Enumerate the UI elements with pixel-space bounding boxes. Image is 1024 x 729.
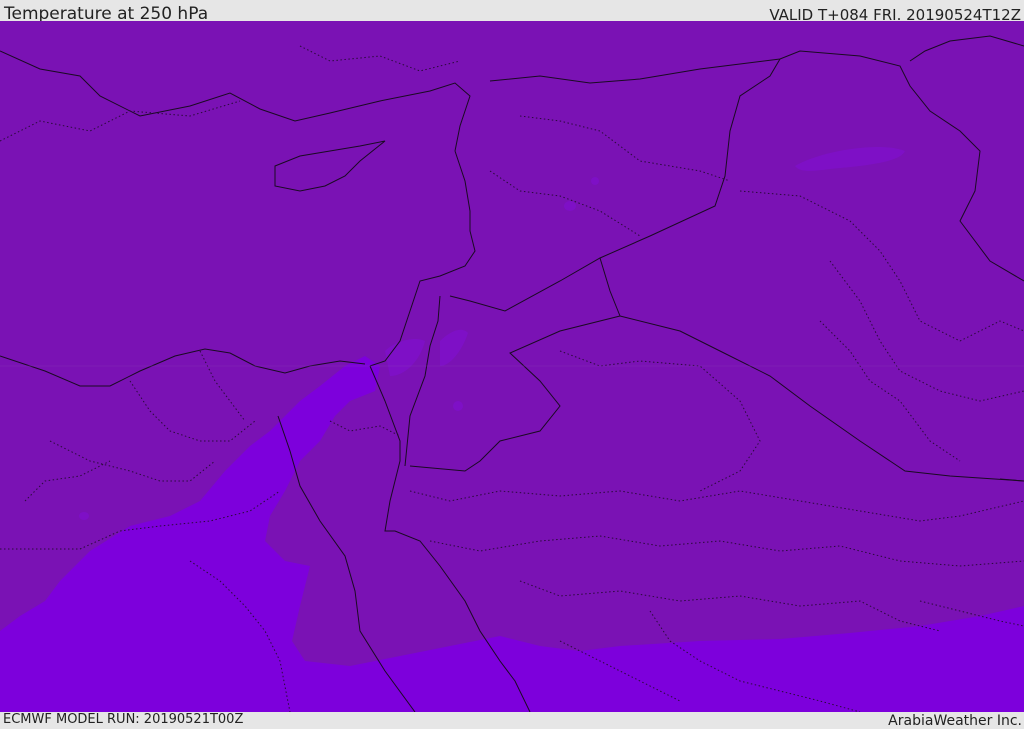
map-panel[interactable] xyxy=(0,21,1024,712)
temperature-field-patch xyxy=(591,177,599,185)
temperature-field-patch xyxy=(564,201,576,211)
credit-label: ArabiaWeather Inc. xyxy=(888,713,1022,729)
temperature-field-patch xyxy=(453,401,463,411)
temperature-field-patch xyxy=(79,512,89,520)
model-run-label: ECMWF MODEL RUN: 20190521T00Z xyxy=(3,712,244,727)
footer-bar: ECMWF MODEL RUN: 20190521T00Z ArabiaWeat… xyxy=(0,712,1024,729)
temperature-map xyxy=(0,21,1024,712)
header-bar: Temperature at 250 hPa VALID T+084 FRI. … xyxy=(0,0,1024,24)
